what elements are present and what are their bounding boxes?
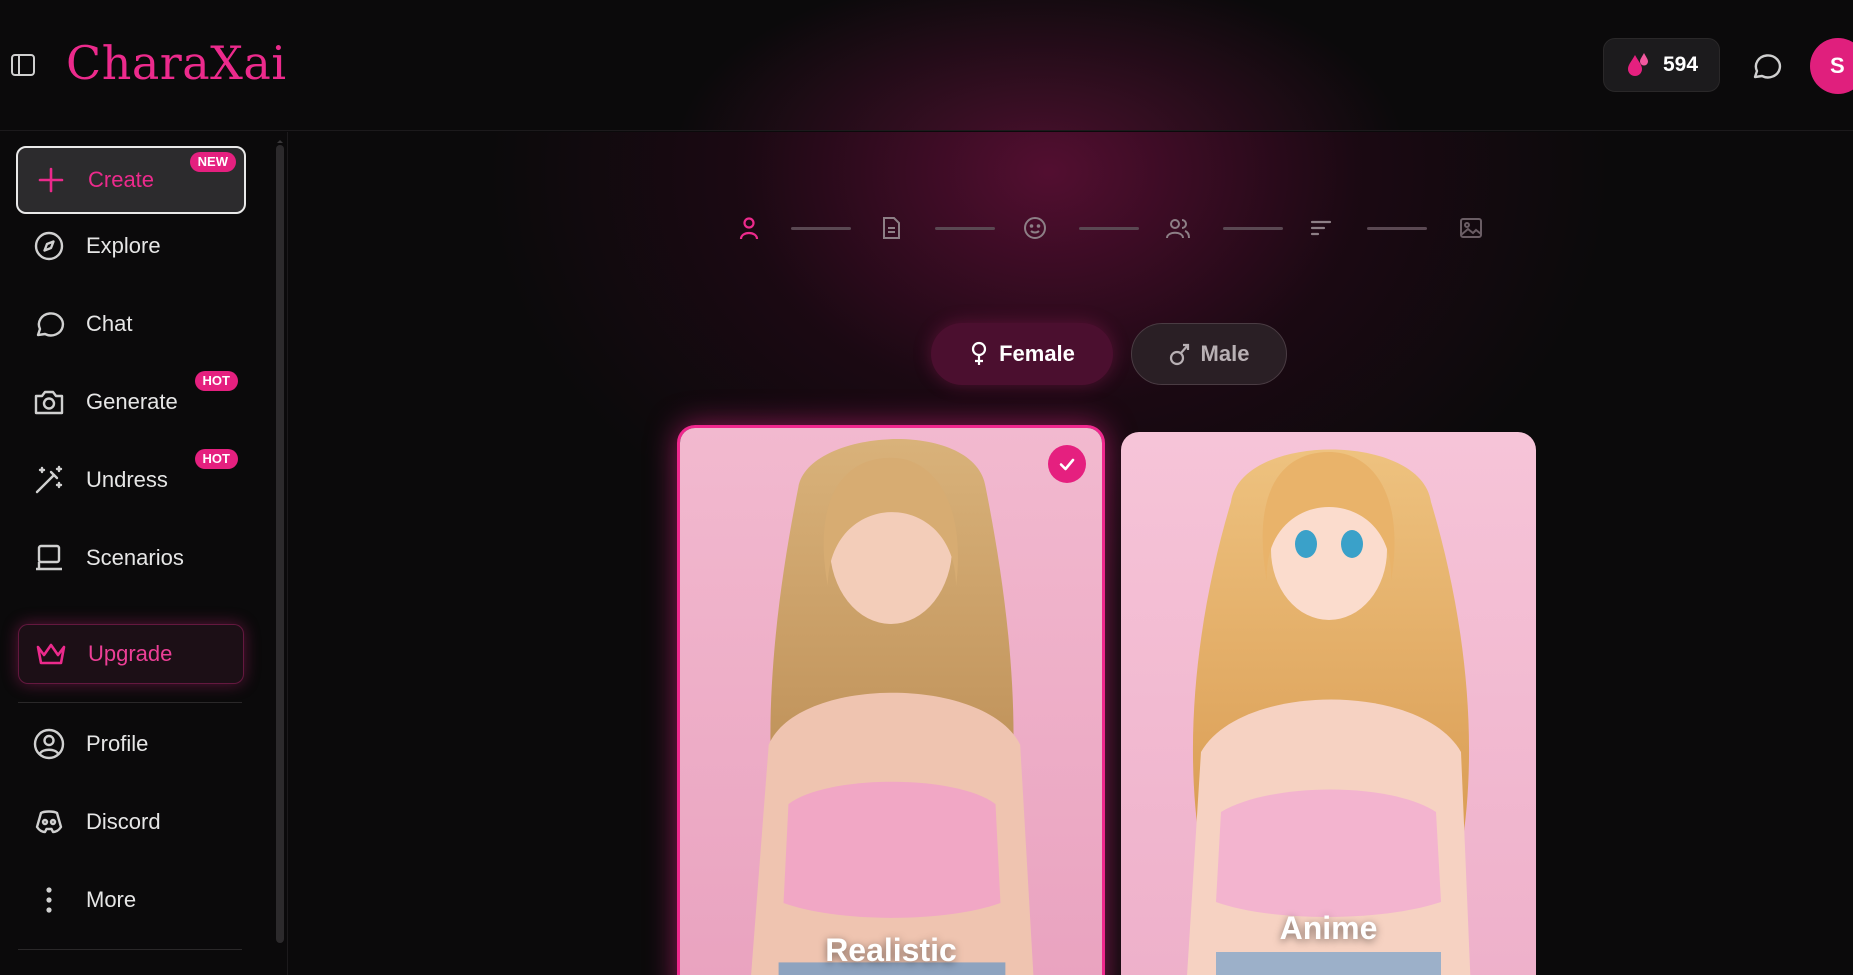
logo[interactable]: CharaXai <box>66 36 287 90</box>
smile-icon[interactable] <box>1022 215 1048 241</box>
sidebar-item-chat[interactable]: Chat <box>16 291 246 357</box>
gender-female-button[interactable]: Female <box>931 323 1113 385</box>
sidebar-item-label: Create <box>88 167 155 192</box>
upgrade-button[interactable]: Upgrade <box>18 624 244 684</box>
magic-wand-icon <box>35 465 63 494</box>
sidebar-item-scenarios[interactable]: Scenarios <box>16 525 246 591</box>
hot-badge: HOT <box>194 371 238 391</box>
sidebar-divider <box>18 702 242 703</box>
gender-male-label: Male <box>1200 341 1250 366</box>
male-symbol-icon <box>1169 343 1189 366</box>
sidebar-item-label: Discord <box>86 809 161 834</box>
credits-count: 594 <box>1662 53 1699 76</box>
sidebar-item-more[interactable]: More <box>16 867 246 933</box>
style-card-realistic[interactable]: Realistic <box>677 425 1105 975</box>
sidebar-toggle-icon[interactable] <box>10 52 36 78</box>
image-icon[interactable] <box>1458 215 1484 241</box>
person-icon[interactable] <box>736 215 762 241</box>
realistic-portrait-image <box>680 428 1102 975</box>
hot-badge: HOT <box>194 449 238 469</box>
document-icon[interactable] <box>878 215 904 241</box>
sidebar-item-label: Generate <box>86 389 178 414</box>
top-bar: CharaXai 594 S <box>0 0 1853 131</box>
main-content: Female Male Realistic Anime <box>289 132 1853 975</box>
sidebar-item-label: Explore <box>86 233 161 258</box>
step-connector <box>791 227 851 230</box>
crown-icon <box>36 643 66 665</box>
sidebar-item-label: Chat <box>86 311 133 336</box>
people-icon[interactable] <box>1165 215 1191 241</box>
credits-button[interactable]: 594 <box>1603 38 1720 92</box>
avatar[interactable]: S <box>1810 38 1853 94</box>
sidebar-item-label: Undress <box>86 467 168 492</box>
user-circle-icon <box>33 728 65 760</box>
discord-icon <box>35 810 63 834</box>
step-connector <box>1367 227 1427 230</box>
selected-check-icon <box>1048 445 1086 483</box>
gender-male-button[interactable]: Male <box>1131 323 1287 385</box>
step-connector <box>935 227 995 230</box>
sidebar-item-generate[interactable]: Generate HOT <box>16 369 246 435</box>
message-icon[interactable] <box>1749 50 1783 84</box>
sidebar-item-profile[interactable]: Profile <box>16 711 246 777</box>
laptop-icon <box>36 544 62 571</box>
new-badge: NEW <box>189 152 236 172</box>
sidebar-item-discord[interactable]: Discord <box>16 789 246 855</box>
style-label: Realistic <box>825 932 957 968</box>
female-symbol-icon <box>971 341 987 365</box>
style-card-anime[interactable]: Anime <box>1121 432 1536 975</box>
sidebar-item-undress[interactable]: Undress HOT <box>16 447 246 513</box>
plus-icon <box>38 167 64 193</box>
sidebar-scrollbar-thumb[interactable] <box>276 145 284 943</box>
lines-icon[interactable] <box>1308 215 1334 241</box>
upgrade-label: Upgrade <box>88 641 173 666</box>
sidebar-item-label: Scenarios <box>86 545 184 570</box>
sidebar-item-label: Profile <box>86 731 149 756</box>
droplets-icon <box>1627 53 1648 76</box>
step-connector <box>1223 227 1283 230</box>
sidebar-item-create[interactable]: Create NEW <box>16 146 246 214</box>
sidebar-divider <box>18 949 242 950</box>
anime-portrait-image <box>1121 432 1536 975</box>
gender-female-label: Female <box>999 341 1075 366</box>
sidebar-item-explore[interactable]: Explore <box>16 213 246 279</box>
compass-icon <box>34 231 64 261</box>
more-vertical-icon <box>46 887 52 913</box>
style-label: Anime <box>1279 910 1378 946</box>
chat-bubble-icon <box>36 312 65 337</box>
step-connector <box>1079 227 1139 230</box>
sidebar-item-label: More <box>86 887 137 912</box>
camera-icon <box>34 390 64 415</box>
